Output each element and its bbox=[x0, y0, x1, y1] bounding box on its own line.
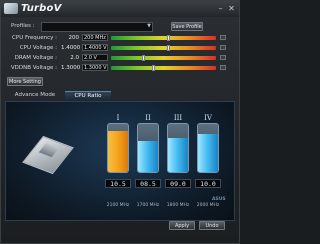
param-row: DRAM Voltage : 2.0 2.0 V bbox=[1, 54, 239, 63]
param-slider[interactable] bbox=[111, 45, 216, 51]
param-step-button[interactable] bbox=[220, 55, 226, 60]
core-ratio-fill bbox=[198, 133, 218, 172]
chevron-down-icon: ▼ bbox=[147, 23, 151, 29]
param-slider[interactable] bbox=[111, 55, 216, 61]
close-icon[interactable]: ✕ bbox=[227, 4, 236, 13]
title-bar: TurboV – ✕ bbox=[1, 1, 239, 17]
param-row: CPU Frequency : 200 200 MHz bbox=[1, 34, 239, 43]
tab-advance-mode[interactable]: Advance Mode bbox=[7, 91, 63, 100]
param-row: CPU Voltage : 1.4000 1.4000 V bbox=[1, 44, 239, 53]
window-title: TurboV bbox=[21, 3, 62, 14]
core-numeral: III bbox=[173, 114, 183, 122]
core-numeral: I bbox=[116, 114, 120, 122]
core-ratio-value[interactable]: 08.5 bbox=[135, 179, 161, 188]
profiles-dropdown[interactable]: ▼ bbox=[41, 22, 153, 32]
param-label: CPU Frequency : bbox=[12, 35, 57, 41]
save-profile-button[interactable]: Save Profile bbox=[171, 22, 203, 31]
core-ratio-bar[interactable] bbox=[167, 123, 189, 173]
slider-handle[interactable] bbox=[141, 55, 145, 61]
slider-handle[interactable] bbox=[167, 35, 171, 41]
param-value: 2.0 bbox=[70, 55, 79, 61]
more-setting-button[interactable]: More Setting bbox=[7, 77, 43, 86]
turbov-window: TurboV – ✕ Profiles : ▼ Save Profile CPU… bbox=[0, 0, 240, 244]
param-step-button[interactable] bbox=[220, 65, 226, 70]
core-frequency: 2100 MHz bbox=[106, 203, 130, 208]
core-numeral: IV bbox=[204, 114, 212, 122]
param-input[interactable]: 1.4000 V bbox=[82, 44, 108, 51]
core-ratio-value[interactable]: 09.0 bbox=[165, 179, 191, 188]
tab-cpu-ratio[interactable]: CPU Ratio bbox=[65, 91, 111, 101]
asus-logo: ASUS bbox=[212, 197, 226, 202]
param-step-button[interactable] bbox=[220, 35, 226, 40]
param-value: 200 bbox=[68, 35, 80, 41]
param-label: DRAM Voltage : bbox=[14, 55, 57, 61]
core-ratio-value[interactable]: 10.5 bbox=[105, 179, 131, 188]
param-input[interactable]: 1.3000 V bbox=[82, 64, 108, 71]
param-label: VDDNB Voltage : bbox=[10, 65, 57, 71]
core-ratio-bar[interactable] bbox=[107, 123, 129, 173]
slider-handle[interactable] bbox=[167, 45, 171, 51]
apply-button[interactable]: Apply bbox=[169, 221, 195, 230]
core-frequency: 2000 MHz bbox=[196, 203, 220, 208]
core-ratio-fill bbox=[108, 131, 128, 172]
core-ratio-bar[interactable] bbox=[137, 123, 159, 173]
profiles-label: Profiles : bbox=[11, 23, 35, 29]
core-numeral: II bbox=[145, 114, 151, 122]
param-row: VDDNB Voltage : 1.3000 1.3000 V bbox=[1, 64, 239, 73]
core-frequency: 1800 MHz bbox=[166, 203, 190, 208]
param-value: 1.4000 bbox=[61, 45, 81, 51]
param-step-button[interactable] bbox=[220, 45, 226, 50]
core-ratio-value[interactable]: 10.0 bbox=[195, 179, 221, 188]
param-label: CPU Voltage : bbox=[19, 45, 57, 51]
core-ratio-fill bbox=[168, 138, 188, 172]
core-frequency: 1700 MHz bbox=[136, 203, 160, 208]
slider-handle[interactable] bbox=[151, 65, 155, 71]
param-slider[interactable] bbox=[111, 65, 216, 71]
param-input[interactable]: 200 MHz bbox=[82, 34, 108, 41]
turbov-logo-icon bbox=[4, 3, 18, 14]
minimize-icon[interactable]: – bbox=[216, 4, 225, 13]
param-input[interactable]: 2.0 V bbox=[82, 54, 108, 61]
undo-button[interactable]: Undo bbox=[199, 221, 225, 230]
core-ratio-fill bbox=[138, 140, 158, 172]
param-value: 1.3000 bbox=[61, 65, 81, 71]
core-ratio-bar[interactable] bbox=[197, 123, 219, 173]
param-slider[interactable] bbox=[111, 35, 216, 41]
